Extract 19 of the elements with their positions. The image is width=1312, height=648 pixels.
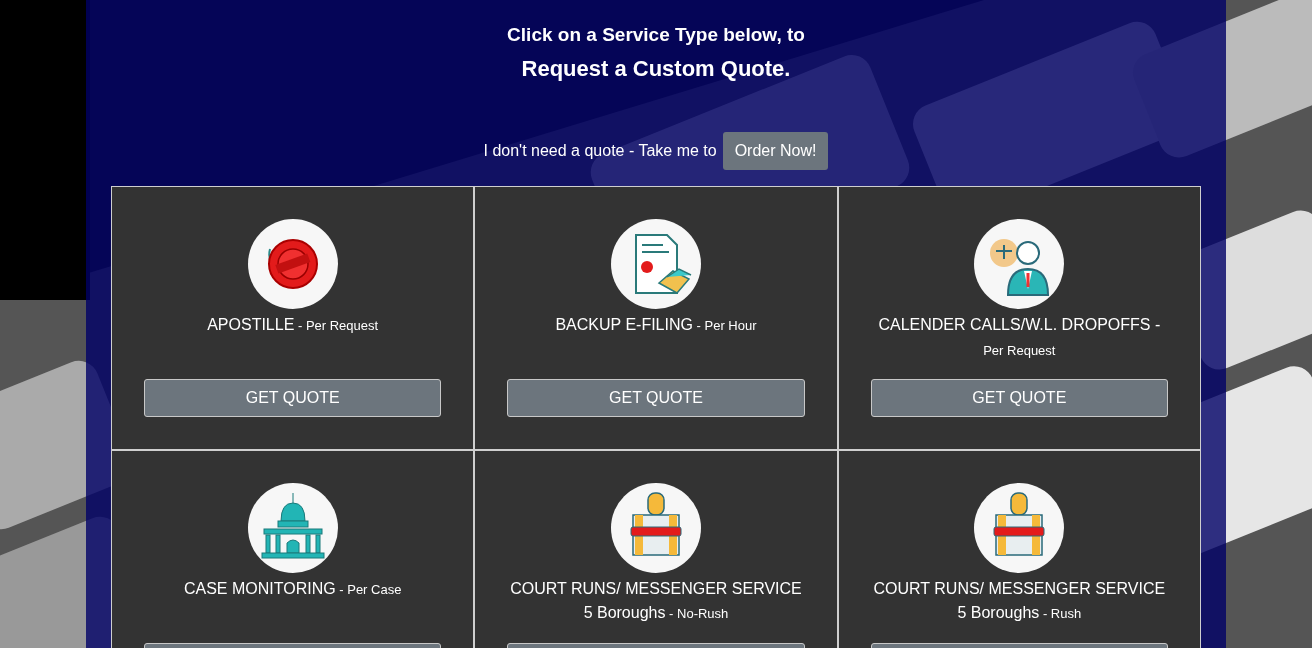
service-card[interactable]: COURT RUNS/ MESSENGER SERVICE 5 Boroughs - Rush bbox=[837, 450, 1201, 648]
service-card[interactable]: CASE MONITORING - Per Case bbox=[111, 450, 475, 648]
order-now-button[interactable]: Order Now! bbox=[722, 132, 829, 170]
service-title: CASE MONITORING - Per Case bbox=[183, 579, 402, 599]
service-card[interactable]: CALENDER CALLS/W.L. DROPOFFS - Per Request GET QUOTE bbox=[837, 186, 1201, 450]
service-title: APOSTILLE - Per Request bbox=[207, 315, 379, 335]
service-title: BACKUP E-FILING - Per Hour bbox=[555, 315, 757, 335]
get-quote-button[interactable]: GET QUOTE bbox=[507, 379, 805, 417]
header-line: Click on a Service Type below, to bbox=[507, 23, 805, 47]
service-card[interactable]: COURT RUNS/ MESSENGER SERVICE 5 Boroughs - No-Rush bbox=[474, 450, 838, 648]
order-prompt: I don't need a quote - Take me to bbox=[483, 141, 717, 161]
service-title: COURT RUNS/ MESSENGER SERVICE 5 Boroughs - No-Rush bbox=[510, 579, 802, 623]
service-card[interactable]: BACKUP E-FILING - Per Hour GET QUOTE bbox=[474, 186, 838, 450]
service-title: CALENDER CALLS/W.L. DROPOFFS - Per Request bbox=[877, 315, 1162, 360]
page-heading: Request a Custom Quote. bbox=[521, 55, 791, 83]
service-title: COURT RUNS/ MESSENGER SERVICE 5 Boroughs - Rush bbox=[873, 579, 1166, 623]
get-quote-button[interactable]: GET QUOTE bbox=[144, 379, 442, 417]
service-card[interactable]: APOSTILLE - Per Request GET QUOTE bbox=[111, 186, 475, 450]
get-quote-button[interactable]: GET QUOTE bbox=[870, 379, 1168, 417]
